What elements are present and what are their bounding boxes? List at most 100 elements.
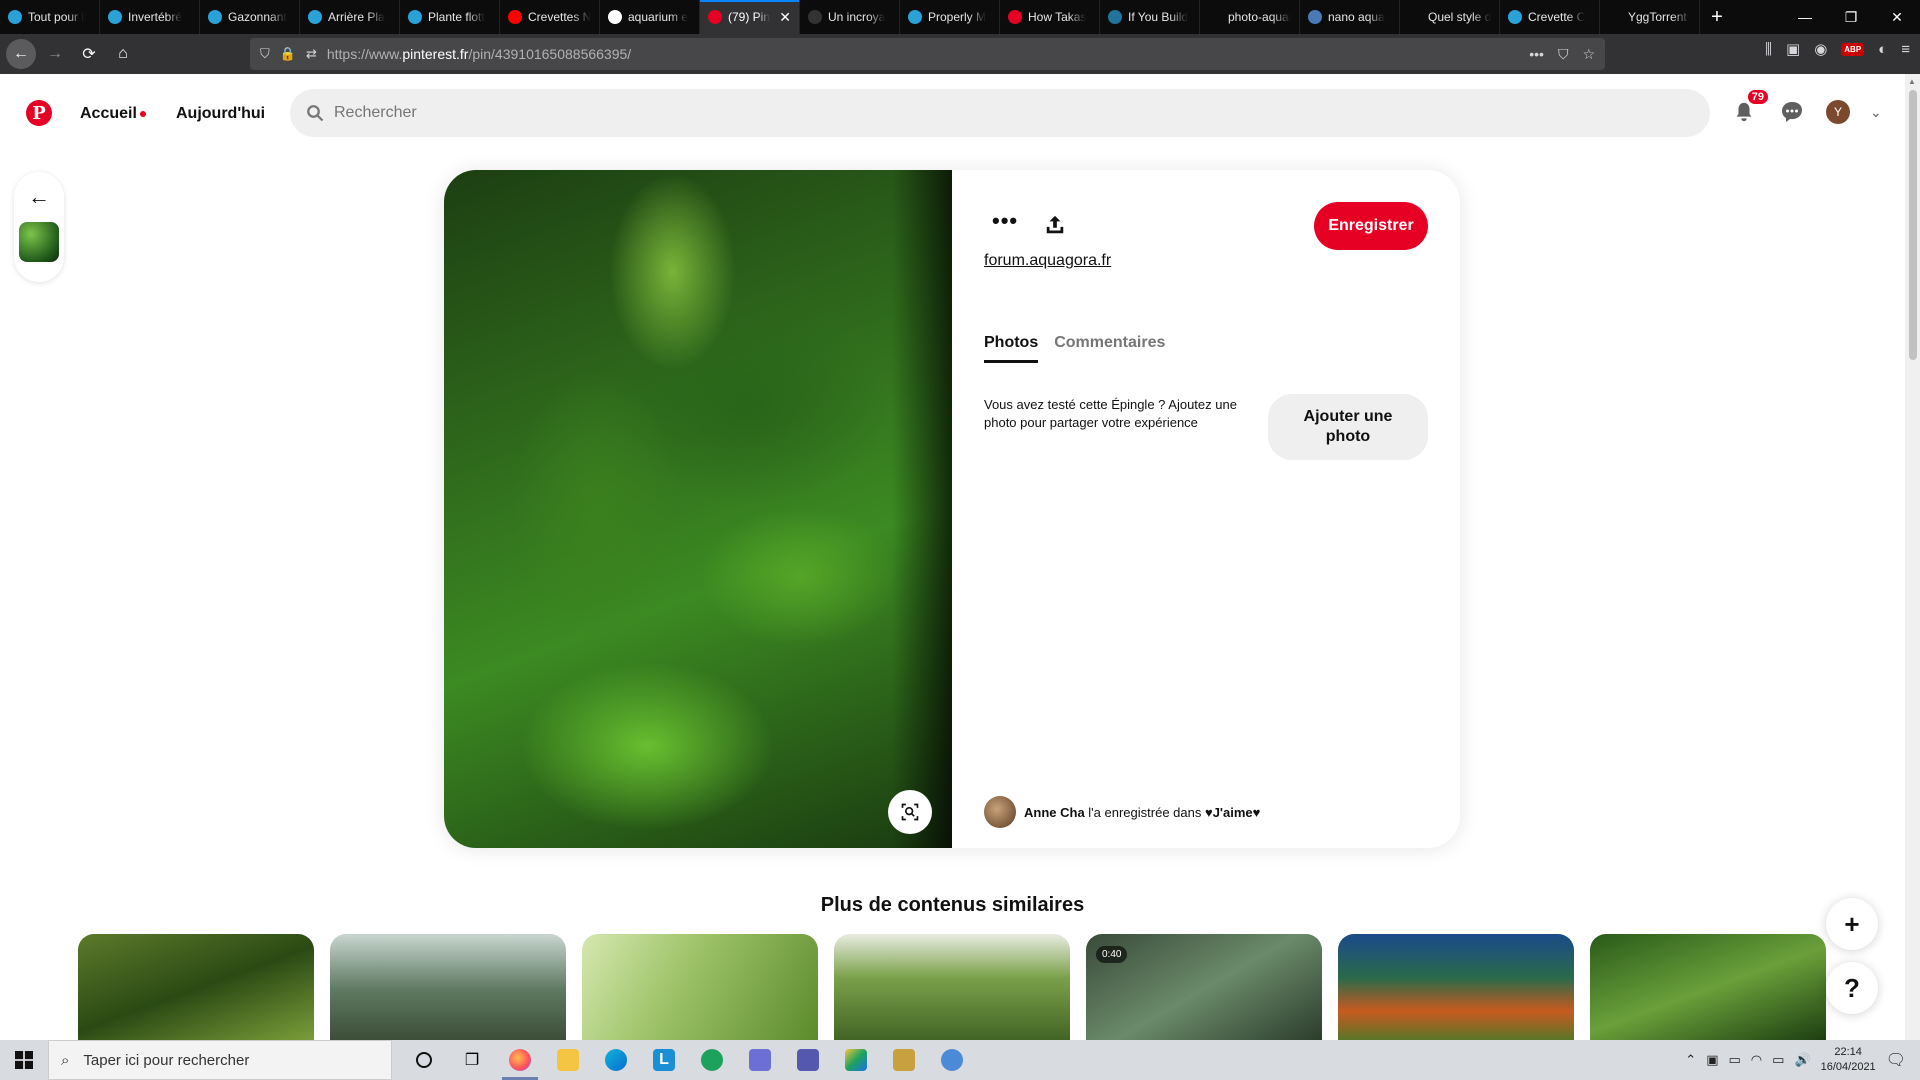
battery-icon[interactable]: ▭ [1772,1052,1784,1068]
taskbar-search[interactable]: ⌕ Taper ici pour rechercher [48,1040,392,1080]
save-button[interactable]: Enregistrer [1314,202,1428,250]
similar-pin[interactable] [1590,934,1826,1044]
shield-icon[interactable]: ⛉ [260,46,270,62]
source-link[interactable]: forum.aquagora.fr [984,252,1111,270]
tab-label: How Takas [1028,10,1087,24]
reload-button[interactable]: ⟳ [74,39,104,69]
scroll-up-icon[interactable]: ▲ [1908,77,1916,86]
home-button[interactable]: ⌂ [108,39,138,69]
page-scrollbar[interactable]: ▲ [1905,74,1920,1040]
tray-display-icon[interactable]: ▭ [1729,1052,1741,1068]
volume-icon[interactable]: 🔊 [1794,1052,1810,1068]
permissions-icon[interactable]: ⇄ [306,46,317,62]
more-options-icon[interactable]: ••• [992,208,1018,234]
tab-comments[interactable]: Commentaires [1054,334,1165,363]
wifi-icon[interactable]: ◠ [1751,1052,1762,1068]
saver-avatar[interactable] [984,796,1016,828]
browser-tab[interactable]: Crevettes N [500,0,600,34]
browser-tab[interactable]: Un incroya [800,0,900,34]
cortana-icon[interactable] [400,1040,448,1080]
browser-tab[interactable]: photo-aquariu [1200,0,1300,34]
utorrent-icon[interactable] [688,1040,736,1080]
sidebar-icon[interactable]: ▣ [1786,40,1800,58]
similar-pin[interactable] [78,934,314,1044]
help-button[interactable]: ? [1826,962,1878,1014]
back-button[interactable]: ← [6,39,36,69]
chevron-down-icon[interactable]: ⌄ [1870,104,1882,121]
similar-pin[interactable] [834,934,1070,1044]
add-photo-button[interactable]: Ajouter une photo [1268,394,1428,460]
browser-tab[interactable]: Invertébré [100,0,200,34]
tab-label: (79) Pin [728,10,771,24]
browser-tab[interactable]: If You Build [1100,0,1200,34]
share-icon[interactable] [1044,214,1066,241]
similar-pin[interactable]: 0:40 [1086,934,1322,1044]
adblock-icon[interactable]: ABP [1841,42,1865,56]
restore-icon[interactable]: ❐ [1828,0,1874,34]
tab-photos[interactable]: Photos [984,334,1039,363]
similar-pin[interactable] [582,934,818,1044]
start-button[interactable] [0,1040,48,1080]
firefox-icon[interactable] [496,1040,544,1080]
mail-icon[interactable] [736,1040,784,1080]
visual-search-button[interactable] [888,790,932,834]
similar-pin[interactable] [330,934,566,1044]
bookmark-star-icon[interactable]: ☆ [1582,46,1595,63]
close-window-icon[interactable]: ✕ [1874,0,1920,34]
pinterest-logo[interactable]: P [26,100,52,126]
create-button[interactable]: + [1826,898,1878,950]
drive-icon[interactable] [832,1040,880,1080]
browser-tab[interactable]: nano aqua [1300,0,1400,34]
vpn-icon[interactable] [928,1040,976,1080]
search-input[interactable]: Rechercher [290,89,1710,137]
nav-home[interactable]: Accueil [80,98,146,130]
browser-tab[interactable]: (79) Pin ✕ [700,0,800,34]
menu-icon[interactable]: ≡ [1901,41,1910,58]
nav-today[interactable]: Aujourd'hui [176,98,265,130]
library-icon[interactable]: ⫼ [1765,41,1772,58]
new-tab-button[interactable]: + [1700,0,1734,34]
saved-board-name[interactable]: ♥J'aime♥ [1205,805,1260,820]
account-icon[interactable]: ◉ [1814,40,1827,58]
browser-tab[interactable]: Arrière Pla [300,0,400,34]
browser-tab[interactable]: YggTorrent - Le [1600,0,1700,34]
tray-app-icon[interactable]: ▣ [1706,1052,1718,1068]
notifications-bell-icon[interactable]: 79 [1730,90,1768,126]
lock-icon[interactable]: 🔒 [280,46,296,62]
browser-tab[interactable]: Plante flott [400,0,500,34]
scrollbar-thumb[interactable] [1909,90,1917,360]
url-bar[interactable]: ⛉ 🔒 ⇄ https://www. pinterest.fr/pin/43910… [250,38,1605,70]
page-actions-icon[interactable]: ••• [1529,46,1544,63]
task-view-icon[interactable]: ❐ [448,1040,496,1080]
tray-chevron-icon[interactable]: ⌃ [1685,1052,1696,1068]
file-explorer-icon[interactable] [544,1040,592,1080]
messages-icon[interactable] [1778,98,1806,126]
saver-name[interactable]: Anne Cha [1024,805,1085,820]
browser-tab[interactable]: Properly M [900,0,1000,34]
similar-pin[interactable] [1338,934,1574,1044]
app-icon[interactable] [880,1040,928,1080]
minimize-icon[interactable]: — [1782,0,1828,34]
browser-tab[interactable]: How Takas [1000,0,1100,34]
pocket-icon[interactable]: ⛉ [1558,46,1569,63]
tab-strip: Tout pour l Invertébré Gazonnant Arrière Pl… [0,0,1700,34]
browser-tab[interactable]: Gazonnant [200,0,300,34]
browser-tab[interactable]: aquarium e [600,0,700,34]
tab-label: nano aqua [1328,10,1385,24]
clock-date: 16/04/2021 [1820,1061,1876,1073]
notification-center-icon[interactable]: 🗨 [1886,1050,1906,1070]
pin-image[interactable] [444,170,952,848]
clock[interactable]: 22:14 16/04/2021 [1821,1045,1876,1075]
teams-icon[interactable] [784,1040,832,1080]
browser-tab[interactable]: Tout pour l [0,0,100,34]
back-arrow-icon[interactable]: ← [28,184,50,210]
pin-mini-thumbnail[interactable] [19,222,59,262]
edge-icon[interactable] [592,1040,640,1080]
forward-button[interactable]: → [40,39,70,69]
user-avatar[interactable]: Y [1826,100,1850,124]
browser-tab[interactable]: Crevette C [1500,0,1600,34]
app-l-icon[interactable]: L [640,1040,688,1080]
close-tab-icon[interactable]: ✕ [779,9,791,26]
extension-icon[interactable]: ◐ [1878,41,1887,58]
browser-tab[interactable]: Quel style d [1400,0,1500,34]
